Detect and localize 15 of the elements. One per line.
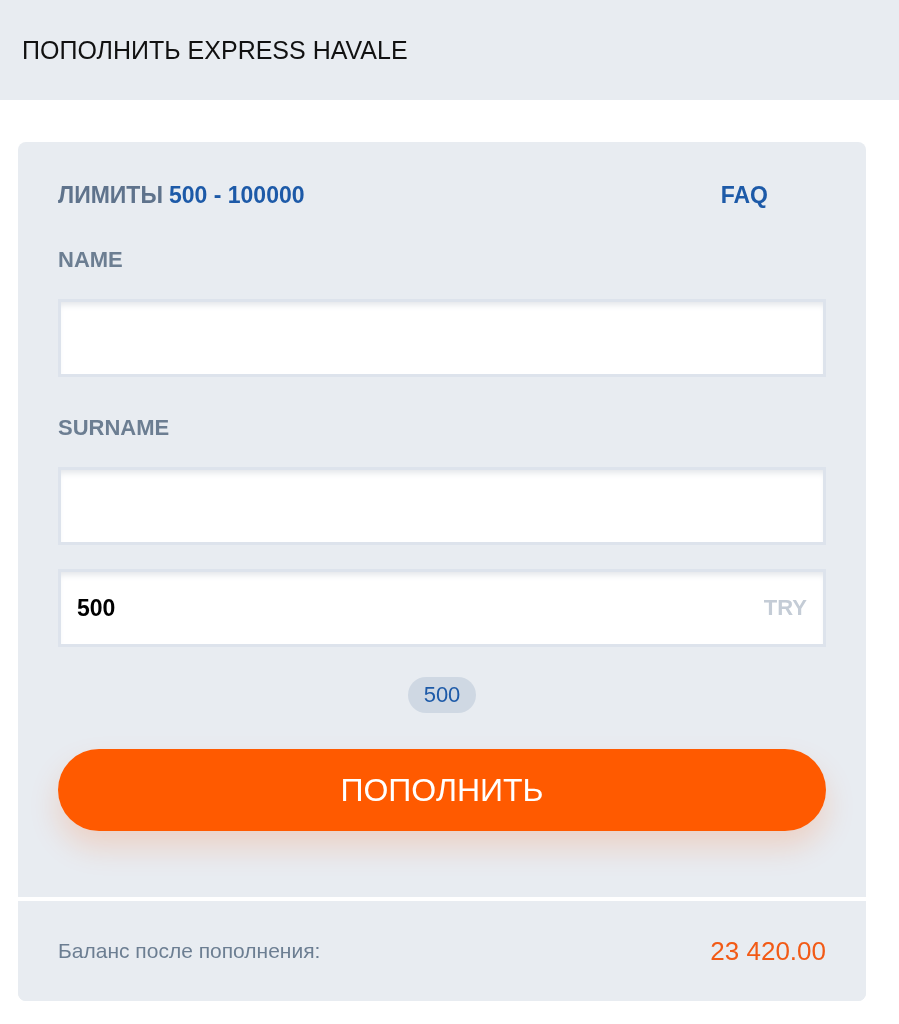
input-field[interactable] xyxy=(58,467,826,545)
balance-value: 23 420.00 xyxy=(710,935,826,967)
currency-label: TRY xyxy=(763,595,807,621)
amount-field[interactable]: 500 TRY xyxy=(58,569,826,647)
limits-range: 500 - 100000 xyxy=(168,182,305,209)
deposit-button[interactable]: ПОПОЛНИТЬ xyxy=(58,749,826,831)
balance-label: Баланс после пополнения: xyxy=(58,939,321,963)
faq-link[interactable]: FAQ xyxy=(720,182,768,209)
page-title: ПОПОЛНИТЬ EXPRESS HAVALE xyxy=(22,35,408,65)
field-label: SURNAME xyxy=(58,415,171,441)
input-field[interactable] xyxy=(58,299,826,377)
field-label: NAME xyxy=(58,247,124,273)
amount-preset-chip[interactable]: 500 xyxy=(407,677,477,713)
limits-label: ЛИМИТЫ xyxy=(58,182,163,209)
amount-value: 500 xyxy=(77,594,116,622)
